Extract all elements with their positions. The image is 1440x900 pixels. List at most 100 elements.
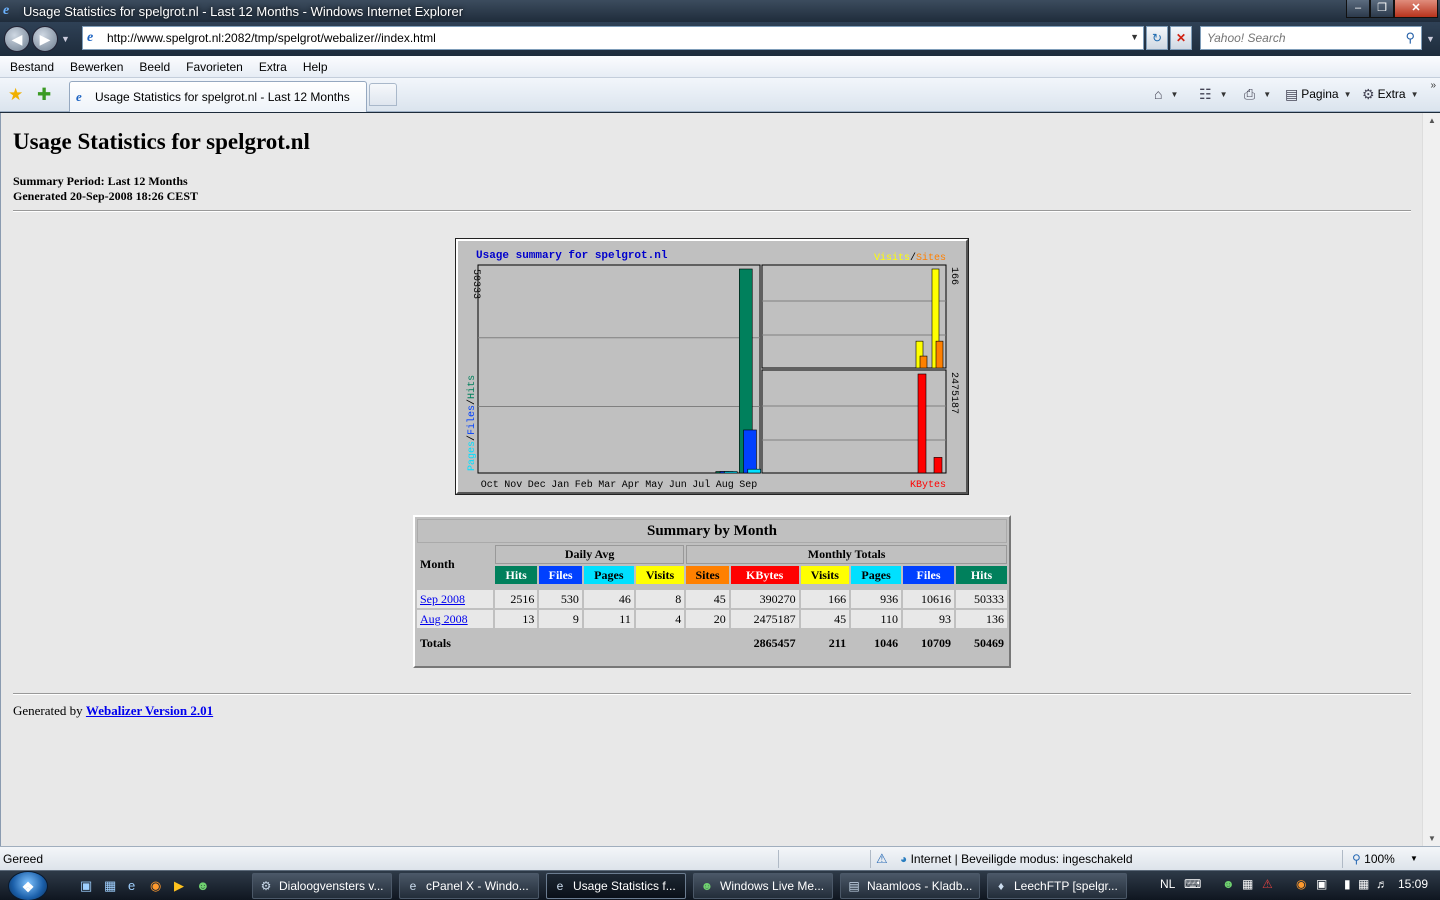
col-daily-visits: Visits xyxy=(635,566,685,584)
taskbar-button-dialoogvensters[interactable]: ⚙ Dialoogvensters v... xyxy=(252,873,392,899)
more-commands-icon[interactable]: » xyxy=(1430,80,1436,91)
col-daily-hits: Hits xyxy=(494,566,538,584)
show-desktop-icon[interactable]: ▣ xyxy=(80,878,92,894)
ie-quicklaunch-icon[interactable]: e xyxy=(128,878,135,893)
zoom-dropdown-icon[interactable]: ▼ xyxy=(1410,854,1418,863)
security-tray-icon[interactable]: ⚠ xyxy=(1262,877,1273,891)
taskbar-button-cpanel[interactable]: e cPanel X - Windo... xyxy=(399,873,539,899)
menu-beeld[interactable]: Beeld xyxy=(131,60,178,74)
media-player-icon[interactable]: ▶ xyxy=(174,878,184,894)
kbytes-bar xyxy=(933,457,943,474)
vertical-scrollbar[interactable]: ▲ ▼ xyxy=(1422,113,1440,846)
back-button[interactable]: ◀ xyxy=(4,26,30,52)
rss-icon: ☷ xyxy=(1199,85,1212,102)
clock[interactable]: 15:09 xyxy=(1398,877,1428,891)
x-tick-label: Oct xyxy=(481,480,499,491)
taskbar-button-live-messenger[interactable]: ☻ Windows Live Me... xyxy=(693,873,833,899)
table-cell: 390270 xyxy=(730,590,799,608)
table-cell: 50333 xyxy=(956,590,1007,608)
legend-entry: Visits xyxy=(874,252,910,264)
menu-help[interactable]: Help xyxy=(295,60,336,74)
x-tick-label: Jan xyxy=(551,480,569,491)
table-cell: 530 xyxy=(539,590,582,608)
scroll-down-icon[interactable]: ▼ xyxy=(1428,834,1436,843)
address-field[interactable]: e http://www.spelgrot.nl:2082/tmp/spelgr… xyxy=(82,26,1144,50)
address-dropdown-icon[interactable]: ▼ xyxy=(1130,32,1139,42)
table-cell: 93 xyxy=(903,610,954,628)
taskbar-button-usage-statistics[interactable]: e Usage Statistics f... xyxy=(546,873,686,899)
home-button[interactable]: ⌂ ▼ xyxy=(1154,84,1178,104)
start-button[interactable]: ❖ xyxy=(8,871,48,900)
history-dropdown-icon[interactable]: ▼ xyxy=(61,34,70,44)
x-tick-label: Aug xyxy=(716,480,734,491)
protected-mode-icon[interactable]: ⚠ xyxy=(876,851,888,867)
network-icon[interactable]: ▦ xyxy=(1358,877,1369,891)
search-box[interactable]: ⚲ xyxy=(1200,26,1422,50)
menu-extra[interactable]: Extra xyxy=(251,60,295,74)
tab-usage-statistics[interactable]: e Usage Statistics for spelgrot.nl - Las… xyxy=(69,81,367,112)
menu-bestand[interactable]: Bestand xyxy=(0,60,62,74)
url-text[interactable]: http://www.spelgrot.nl:2082/tmp/spelgrot… xyxy=(107,31,436,45)
stop-button[interactable]: ✕ xyxy=(1170,26,1192,50)
firefox-icon[interactable]: ◉ xyxy=(150,878,161,894)
battery-icon[interactable]: ▮ xyxy=(1344,877,1351,891)
webalizer-link[interactable]: Webalizer Version 2.01 xyxy=(86,703,213,718)
table-cell: 13 xyxy=(494,610,538,628)
taskbar-button-notepad[interactable]: ▤ Naamloos - Kladb... xyxy=(840,873,980,899)
month-link-aug-2008[interactable]: Aug 2008 xyxy=(420,612,468,626)
notepad-icon: ▤ xyxy=(848,879,860,893)
volume-icon[interactable]: ♬ xyxy=(1376,877,1388,891)
tab-label: Usage Statistics for spelgrot.nl - Last … xyxy=(95,90,350,104)
taskbar-button-leechftp[interactable]: ♦ LeechFTP [spelgr... xyxy=(987,873,1127,899)
favorites-star-icon[interactable]: ★ xyxy=(8,85,23,105)
refresh-button[interactable]: ↻ xyxy=(1146,26,1168,50)
ie-icon: e xyxy=(409,879,417,893)
maximize-button[interactable]: ❐ xyxy=(1370,0,1394,18)
table-row: Aug 2008 13 9 11 4 20 2475187 45 110 93 … xyxy=(417,610,1007,628)
scroll-up-icon[interactable]: ▲ xyxy=(1428,116,1436,125)
zone-info[interactable]: ◕ Internet | Beveiligde modus: ingeschak… xyxy=(900,852,1133,866)
monthly-totals-header: Monthly Totals xyxy=(686,545,1007,564)
search-dropdown-icon[interactable]: ▼ xyxy=(1426,34,1435,44)
total-pages: 1046 xyxy=(851,634,902,652)
x-tick-label: Dec xyxy=(528,480,546,491)
x-tick-label: Mar xyxy=(598,480,616,491)
network-tray-icon[interactable]: ▦ xyxy=(1242,877,1253,891)
month-link-sep-2008[interactable]: Sep 2008 xyxy=(420,592,465,606)
chevron-down-icon: ▼ xyxy=(1219,89,1228,99)
table-cell: 45 xyxy=(800,610,850,628)
generated-text: Generated 20-Sep-2008 18:26 CEST xyxy=(13,189,198,203)
keyboard-icon[interactable]: ⌨ xyxy=(1184,877,1201,891)
forward-button[interactable]: ▶ xyxy=(32,26,58,52)
address-bar-row: ◀ ▶ ▼ e http://www.spelgrot.nl:2082/tmp/… xyxy=(0,22,1440,56)
close-button[interactable]: ✕ xyxy=(1394,0,1438,18)
table-cell: 11 xyxy=(583,610,634,628)
menu-favorieten[interactable]: Favorieten xyxy=(178,60,251,74)
app-tray-icon[interactable]: ◉ xyxy=(1296,877,1306,891)
table-cell: 9 xyxy=(539,610,582,628)
tab-bar: ★ ✚ e Usage Statistics for spelgrot.nl -… xyxy=(0,78,1440,112)
device-tray-icon[interactable]: ▣ xyxy=(1316,877,1327,891)
ftp-icon: ♦ xyxy=(997,879,1005,893)
feeds-button[interactable]: ☷ ▼ xyxy=(1199,84,1227,104)
messenger-tray-icon[interactable]: ☻ xyxy=(1222,877,1235,891)
table-cell: 45 xyxy=(686,590,729,608)
search-icon[interactable]: ⚲ xyxy=(1405,30,1415,46)
menu-bewerken[interactable]: Bewerken xyxy=(62,60,131,74)
messenger-icon[interactable]: ☻ xyxy=(196,878,210,893)
x-tick-label: Sep xyxy=(739,480,757,491)
tools-menu-button[interactable]: ⚙ Extra ▼ xyxy=(1362,84,1419,104)
kbytes-axis-max-label: 2475187 xyxy=(948,372,959,414)
page-menu-button[interactable]: ▤ Pagina ▼ xyxy=(1285,84,1352,104)
language-indicator[interactable]: NL xyxy=(1160,877,1175,891)
print-button[interactable]: ⎙ ▼ xyxy=(1244,84,1271,104)
zoom-level[interactable]: ⚲ 100% xyxy=(1352,852,1395,866)
new-tab-button[interactable] xyxy=(369,83,397,106)
add-favorite-icon[interactable]: ✚ xyxy=(37,85,51,105)
switch-windows-icon[interactable]: ▦ xyxy=(104,878,116,894)
search-input[interactable] xyxy=(1207,31,1397,45)
page-icon: ▤ xyxy=(1285,85,1299,102)
x-tick-label: May xyxy=(645,480,663,491)
totals-label: Totals xyxy=(417,634,729,652)
minimize-button[interactable]: – xyxy=(1346,0,1370,18)
